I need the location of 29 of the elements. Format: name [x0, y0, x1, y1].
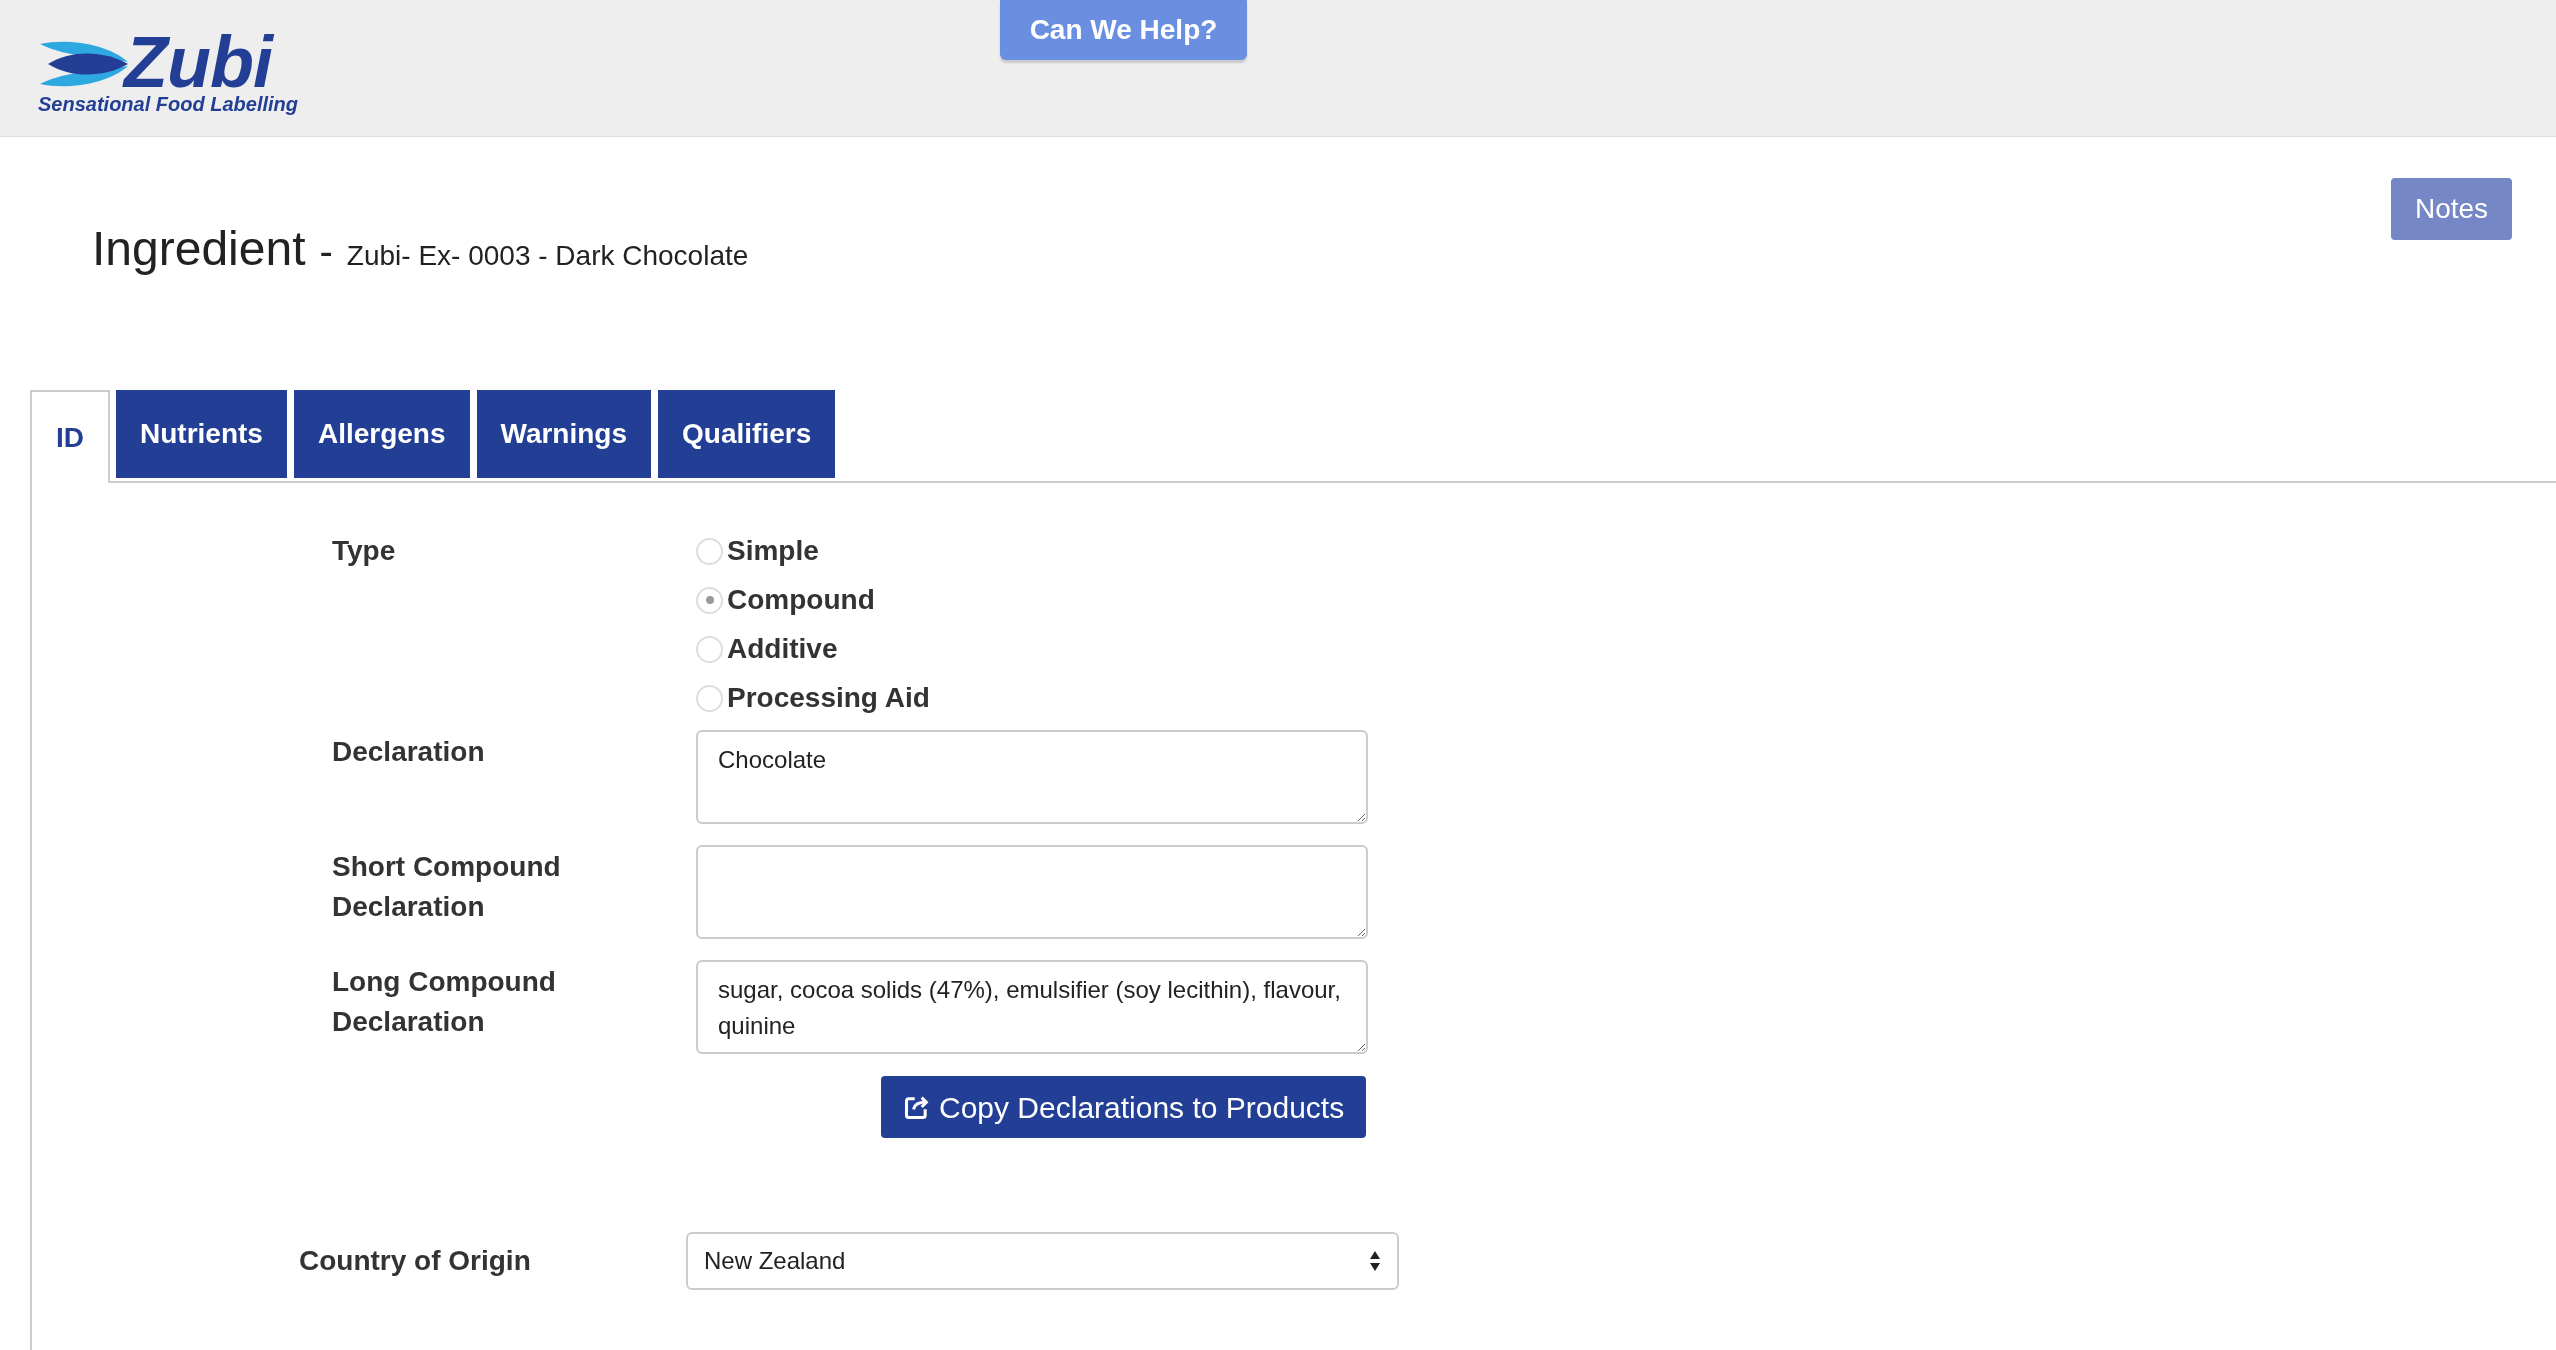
tab[interactable]: Qualifiers: [658, 390, 836, 478]
type-radio-option[interactable]: Compound: [696, 580, 930, 620]
radio-button[interactable]: [696, 586, 723, 614]
radio-button[interactable]: [696, 537, 723, 565]
copy-declarations-button[interactable]: Copy Declarations to Products: [881, 1076, 1367, 1138]
type-radio-option[interactable]: Simple: [696, 531, 930, 571]
logo-wordmark: Zubi: [124, 32, 272, 92]
tab[interactable]: Nutrients: [116, 390, 287, 478]
field-label: Short Compound Declaration: [332, 850, 562, 924]
country-label: Country of Origin: [299, 1244, 532, 1278]
tab[interactable]: Warnings: [476, 390, 652, 478]
type-radio-option[interactable]: Processing Aid: [696, 678, 930, 718]
ingredient-subtitle: Zubi- Ex- 0003 - Dark Chocolate: [346, 239, 749, 273]
radio-button[interactable]: [696, 635, 723, 663]
country-select[interactable]: New Zealand: [686, 1232, 1399, 1290]
declaration-field[interactable]: [696, 845, 1368, 939]
type-radio-option[interactable]: Additive: [696, 629, 930, 669]
tab[interactable]: Allergens: [293, 390, 470, 478]
logo-tagline: Sensational Food Labelling: [38, 92, 300, 116]
radio-button[interactable]: [696, 684, 723, 712]
field-label: Long Compound Declaration: [332, 965, 557, 1039]
type-label: Type: [332, 534, 397, 568]
tab[interactable]: ID: [30, 390, 110, 483]
declaration-field[interactable]: Chocolate: [696, 730, 1368, 824]
field-label: Declaration: [332, 735, 486, 769]
declaration-field[interactable]: sugar, cocoa solids (47%), emulsifier (soy lecithin), flavour, quinine: [696, 960, 1368, 1054]
title-separator: -: [319, 228, 333, 275]
page-title: Ingredient: [92, 221, 306, 277]
up-down-caret-icon: [1369, 1250, 1381, 1272]
